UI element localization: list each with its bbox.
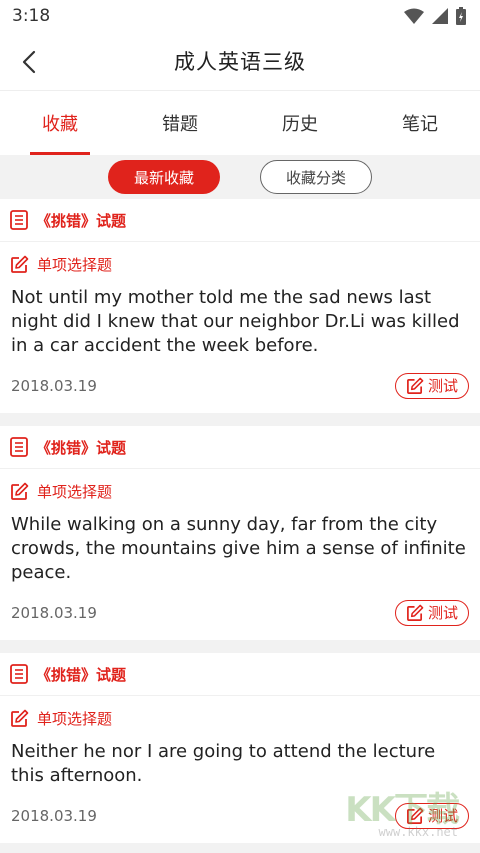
card-header-text: 《挑错》试题 [36, 665, 127, 684]
battery-icon [456, 7, 466, 25]
back-button[interactable] [14, 47, 44, 77]
question-type: 单项选择题 [0, 242, 480, 286]
edit-icon [11, 709, 29, 727]
edit-icon [407, 604, 424, 621]
tab-wrong-questions[interactable]: 错题 [120, 91, 240, 155]
question-type: 单项选择题 [0, 696, 480, 740]
list-item[interactable]: 《挑错》试题 单项选择题 While walking on a sunny da… [0, 426, 480, 640]
page-title: 成人英语三级 [174, 50, 306, 74]
wifi-icon [404, 8, 424, 24]
card-header-text: 《挑错》试题 [36, 211, 127, 230]
question-type-label: 单项选择题 [37, 709, 113, 728]
date-label: 2018.03.19 [11, 603, 97, 622]
watermark-logo: KK下载 [345, 790, 460, 830]
latest-favorites-button[interactable]: 最新收藏 [108, 160, 220, 194]
date-label: 2018.03.19 [11, 806, 97, 825]
question-text: While walking on a sunny day, far from t… [11, 514, 466, 583]
question-text: Neither he nor I are going to attend the… [11, 741, 436, 786]
status-time: 3:18 [12, 6, 51, 26]
card-footer: 2018.03.19 测试 [0, 358, 480, 413]
tab-bar: 收藏 错题 历史 笔记 [0, 90, 480, 155]
favorites-list: 《挑错》试题 单项选择题 Not until my mother told me… [0, 199, 480, 843]
edit-icon [407, 377, 424, 394]
chevron-left-icon [22, 50, 36, 74]
signal-icon [432, 8, 448, 24]
card-header: 《挑错》试题 [0, 653, 480, 696]
subtab-bar: 最新收藏 收藏分类 [0, 155, 480, 199]
card-header-text: 《挑错》试题 [36, 438, 127, 457]
document-icon [10, 437, 28, 457]
question-type-label: 单项选择题 [37, 482, 113, 501]
date-label: 2018.03.19 [11, 376, 97, 395]
test-button-label: 测试 [427, 604, 458, 622]
edit-icon [11, 482, 29, 500]
document-icon [10, 210, 28, 230]
tab-notes[interactable]: 笔记 [360, 91, 480, 155]
edit-icon [11, 255, 29, 273]
test-button[interactable]: 测试 [395, 599, 469, 626]
watermark: KK下载 www.kkx.net [345, 782, 460, 839]
question-type: 单项选择题 [0, 469, 480, 513]
test-button[interactable]: 测试 [395, 372, 469, 399]
tab-favorites[interactable]: 收藏 [0, 91, 120, 155]
app-bar: 成人英语三级 [0, 32, 480, 90]
favorite-categories-button[interactable]: 收藏分类 [260, 160, 372, 194]
question-text: Not until my mother told me the sad news… [11, 287, 460, 356]
test-button-label: 测试 [427, 377, 458, 395]
list-item[interactable]: 《挑错》试题 单项选择题 Not until my mother told me… [0, 199, 480, 413]
card-header: 《挑错》试题 [0, 426, 480, 469]
status-icons [404, 7, 466, 25]
document-icon [10, 664, 28, 684]
card-footer: 2018.03.19 测试 [0, 585, 480, 640]
tab-history[interactable]: 历史 [240, 91, 360, 155]
card-header: 《挑错》试题 [0, 199, 480, 242]
status-bar: 3:18 [0, 0, 480, 32]
question-type-label: 单项选择题 [37, 255, 113, 274]
